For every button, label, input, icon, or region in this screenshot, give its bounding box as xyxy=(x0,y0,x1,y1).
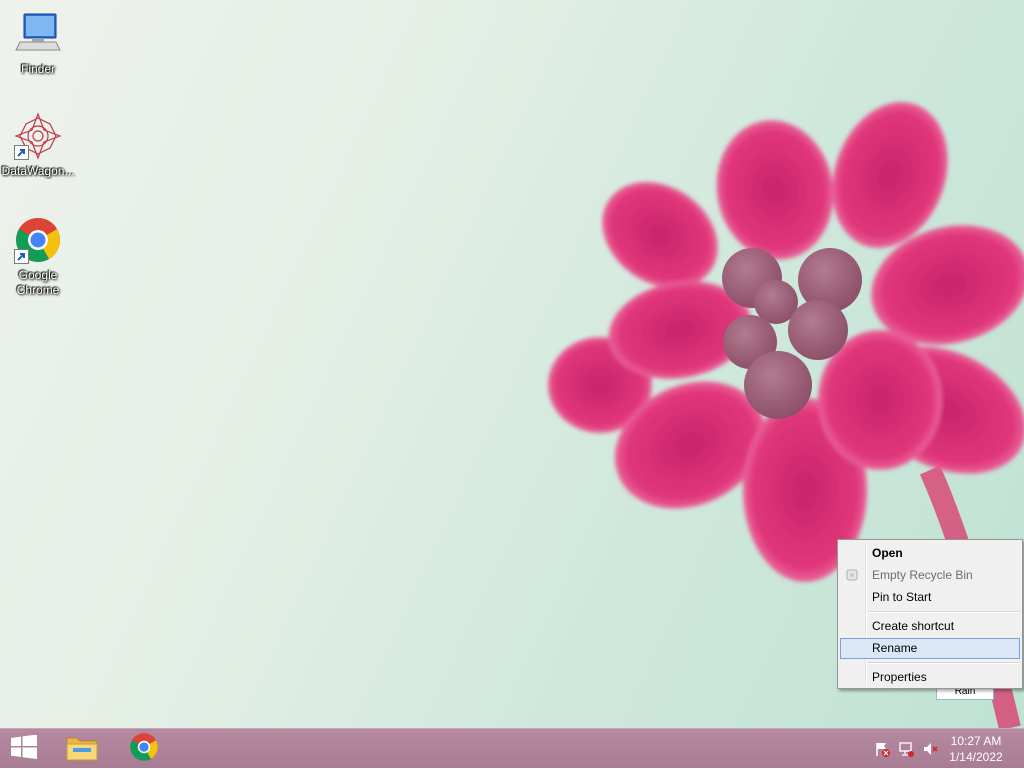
system-clock[interactable]: 10:27 AM 1/14/2022 xyxy=(946,733,1006,765)
menu-item-pin-to-start[interactable]: Pin to Start xyxy=(840,587,1020,608)
datawagon-icon xyxy=(14,112,62,160)
context-menu: Open Empty Recycle Bin Pin to Start Crea… xyxy=(837,539,1023,689)
desktop[interactable]: Finder DataWagon... Google Chrome Rain O… xyxy=(0,0,1024,728)
recycle-bin-icon xyxy=(845,568,859,582)
menu-item-create-shortcut[interactable]: Create shortcut xyxy=(840,616,1020,637)
menu-item-label: Open xyxy=(872,546,903,560)
menu-item-label: Empty Recycle Bin xyxy=(872,568,973,582)
menu-item-label: Create shortcut xyxy=(872,619,955,633)
desktop-icon-label: Finder xyxy=(20,62,55,76)
shortcut-arrow-icon xyxy=(14,249,29,264)
menu-item-properties[interactable]: Properties xyxy=(840,667,1020,688)
selected-icon-label[interactable]: Rain xyxy=(936,688,994,700)
taskbar-google-chrome[interactable] xyxy=(116,729,172,769)
menu-separator xyxy=(868,662,1020,664)
clock-time: 10:27 AM xyxy=(950,734,1002,748)
chrome-icon xyxy=(129,732,159,767)
menu-item-empty-recycle-bin[interactable]: Empty Recycle Bin xyxy=(840,565,1020,586)
menu-separator xyxy=(868,611,1020,613)
start-button[interactable] xyxy=(0,729,48,769)
folder-icon xyxy=(65,732,99,767)
desktop-icon-label: DataWagon... xyxy=(1,164,75,178)
taskbar-file-explorer[interactable] xyxy=(54,729,110,769)
volume-muted-icon[interactable] xyxy=(922,741,938,757)
action-center-flag-icon[interactable] xyxy=(874,741,890,757)
menu-item-label: Pin to Start xyxy=(872,590,932,604)
windows-logo-icon xyxy=(10,734,38,764)
desktop-icon-finder[interactable]: Finder xyxy=(0,10,76,77)
taskbar: 10:27 AM 1/14/2022 xyxy=(0,728,1024,768)
computer-icon xyxy=(14,10,62,58)
network-icon[interactable] xyxy=(898,741,914,757)
menu-item-label: Properties xyxy=(872,670,927,684)
menu-item-open[interactable]: Open xyxy=(840,543,1020,564)
shortcut-arrow-icon xyxy=(14,145,29,160)
menu-item-rename[interactable]: Rename xyxy=(840,638,1020,659)
desktop-icon-label: Google Chrome xyxy=(16,268,60,297)
chrome-icon xyxy=(14,216,62,264)
desktop-icon-datawagon[interactable]: DataWagon... xyxy=(0,112,76,179)
desktop-icon-google-chrome[interactable]: Google Chrome xyxy=(0,216,76,298)
clock-date: 1/14/2022 xyxy=(949,750,1003,764)
menu-item-label: Rename xyxy=(872,641,918,655)
